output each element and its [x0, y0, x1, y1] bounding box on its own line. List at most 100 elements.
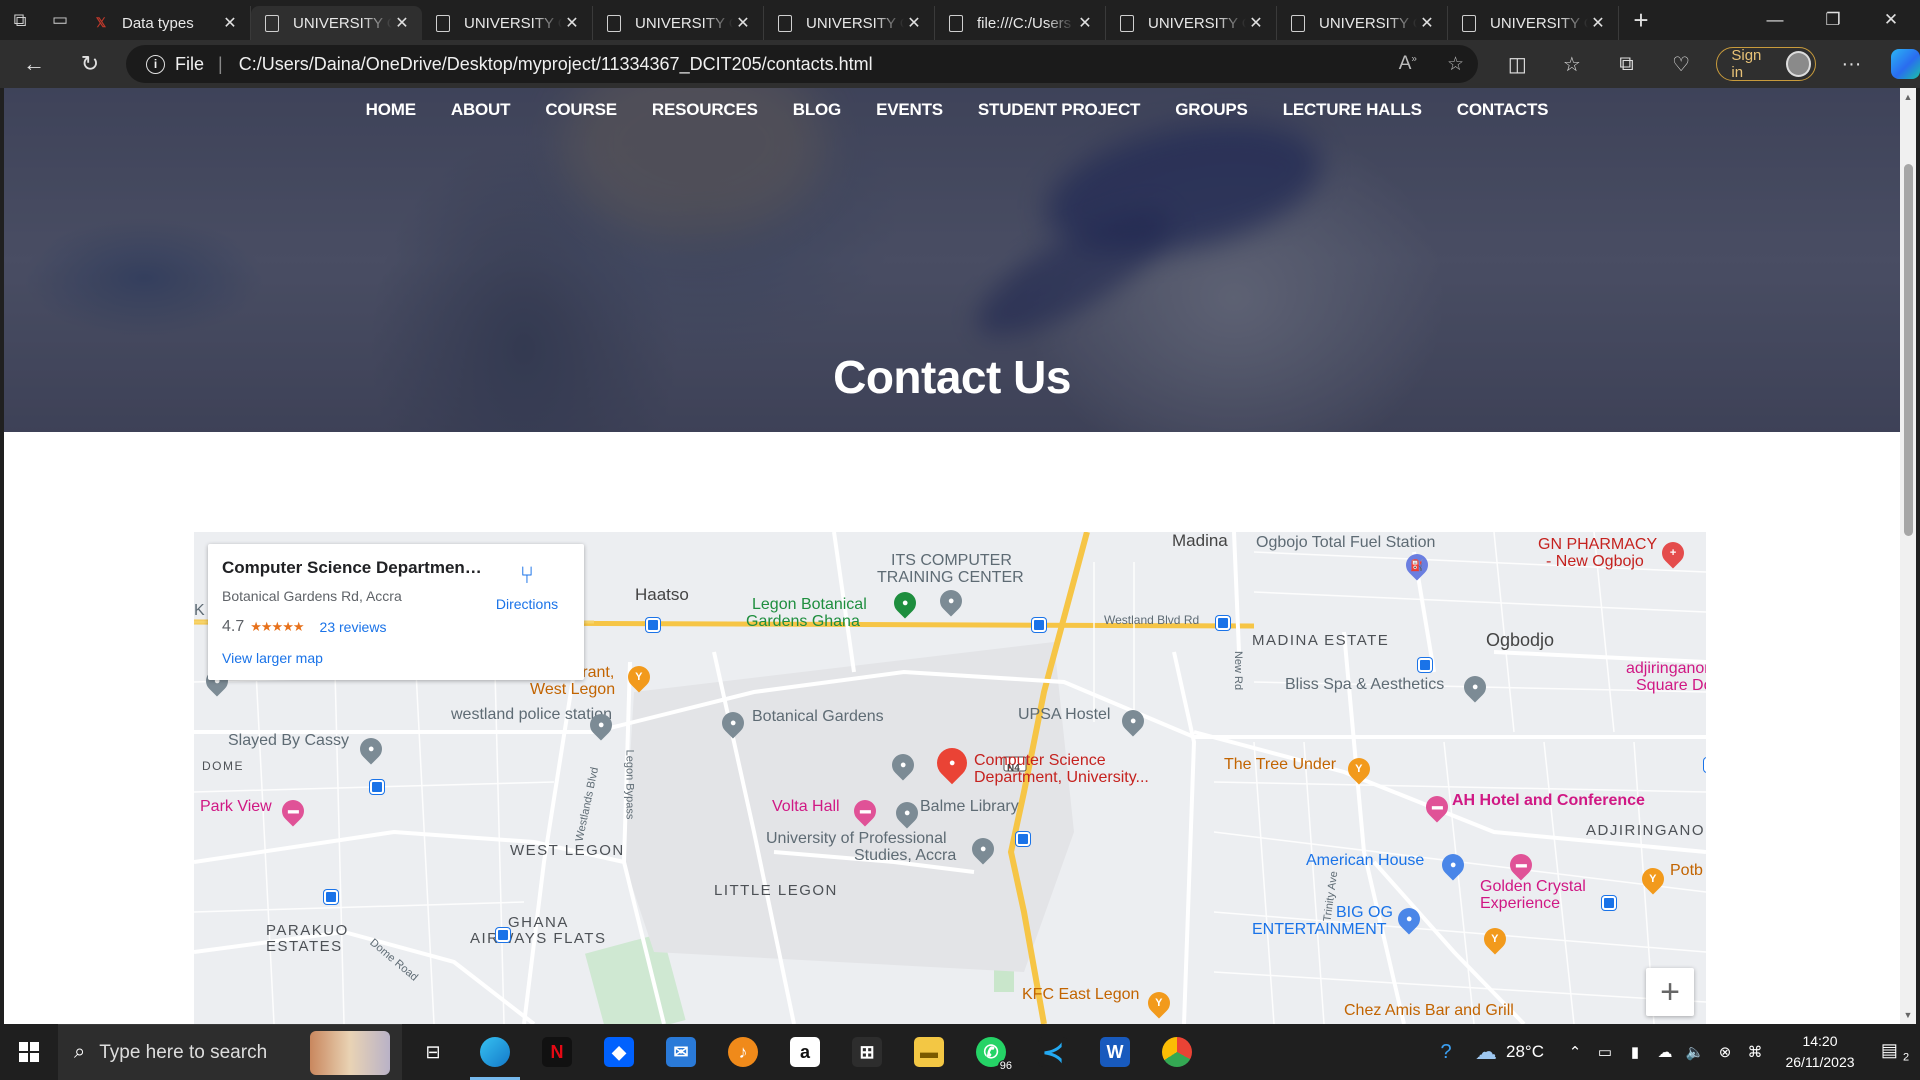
network-icon[interactable]: ☁ [1650, 1043, 1680, 1061]
file-explorer-app-icon[interactable]: ▬ [898, 1024, 960, 1080]
start-button[interactable] [0, 1024, 58, 1080]
browser-tab[interactable]: UNIVERSITY OF GHANA✕ [1277, 6, 1448, 40]
new-tab-button[interactable]: + [1619, 5, 1663, 36]
favorite-star-icon[interactable]: ☆ [1447, 53, 1464, 76]
bus-stop-icon[interactable] [1032, 618, 1046, 632]
edge-app-icon[interactable] [464, 1024, 526, 1080]
volume-icon[interactable]: 🔈 [1680, 1043, 1710, 1061]
store-app-icon[interactable]: ⊞ [836, 1024, 898, 1080]
zoom-in-button[interactable]: + [1646, 968, 1694, 1016]
taskbar-clock[interactable]: 14:20 26/11/2023 [1770, 1031, 1870, 1073]
browser-tab[interactable]: UNIVERSITY OF GHANA✕ [422, 6, 593, 40]
browser-tab[interactable]: UNIVERSITY OF GHANA✕ [764, 6, 935, 40]
scrollbar-thumb[interactable] [1904, 164, 1913, 536]
amazon-app-icon[interactable]: a [774, 1024, 836, 1080]
close-tab-icon[interactable]: ✕ [904, 13, 924, 33]
vscode-app-icon[interactable]: ≺ [1022, 1024, 1084, 1080]
chrome-app-icon[interactable] [1146, 1024, 1208, 1080]
nav-link-home[interactable]: HOME [366, 88, 416, 132]
refresh-button[interactable]: ↻ [66, 44, 114, 84]
page-favicon-icon [436, 14, 450, 32]
bus-stop-icon[interactable] [324, 890, 338, 904]
input-method-icon[interactable]: ⌘ [1740, 1043, 1770, 1061]
browser-tab[interactable]: UNIVERSITY OF GHANA✕ [1106, 6, 1277, 40]
close-window-button[interactable]: ✕ [1862, 0, 1920, 40]
nav-link-blog[interactable]: BLOG [793, 88, 842, 132]
word-app-icon[interactable]: W [1084, 1024, 1146, 1080]
taskbar-search[interactable]: ⌕ Type here to search [58, 1024, 402, 1080]
close-tab-icon[interactable]: ✕ [1417, 13, 1437, 33]
weather-cloud-icon[interactable]: ☁ [1466, 1039, 1506, 1065]
nav-link-events[interactable]: EVENTS [876, 88, 943, 132]
site-info-icon[interactable]: i [146, 54, 165, 74]
status-x-icon[interactable]: ⊗ [1710, 1043, 1740, 1061]
nav-link-course[interactable]: COURSE [545, 88, 617, 132]
more-menu-icon[interactable]: ··· [1824, 40, 1879, 88]
nav-link-contacts[interactable]: CONTACTS [1457, 88, 1549, 132]
maximize-button[interactable]: ❐ [1804, 0, 1862, 40]
help-icon[interactable]: ? [1426, 1041, 1466, 1064]
map-label-poi: GN PHARMACY [1538, 536, 1658, 553]
bus-stop-icon[interactable] [1704, 758, 1706, 772]
workspaces-icon[interactable]: ⧉ [0, 0, 40, 40]
browser-tab[interactable]: UNIVERSITY OF GHANA✕ [593, 6, 764, 40]
minimize-button[interactable]: — [1746, 0, 1804, 40]
browser-tab[interactable]: file:///C:/Users ✕ [935, 6, 1106, 40]
bus-stop-icon[interactable] [1016, 832, 1030, 846]
sign-in-button[interactable]: Sign in [1716, 47, 1817, 81]
nav-link-groups[interactable]: GROUPS [1175, 88, 1248, 132]
close-tab-icon[interactable]: ✕ [1075, 13, 1095, 33]
map-label-poi: Potb [1670, 862, 1703, 879]
close-tab-icon[interactable]: ✕ [220, 13, 240, 33]
page-scrollbar[interactable]: ▲ ▼ [1900, 88, 1916, 1024]
bus-stop-icon[interactable] [1216, 616, 1230, 630]
mail-app-icon[interactable]: ✉ [650, 1024, 712, 1080]
read-aloud-icon[interactable]: A» [1399, 53, 1417, 75]
split-screen-icon[interactable]: ◫ [1490, 40, 1545, 88]
close-tab-icon[interactable]: ✕ [392, 13, 412, 33]
weather-temperature[interactable]: 28°C [1506, 1042, 1560, 1062]
meet-now-icon[interactable]: ▭ [1590, 1043, 1620, 1061]
close-tab-icon[interactable]: ✕ [1588, 13, 1608, 33]
whatsapp-app-icon[interactable]: ✆ 96 [960, 1024, 1022, 1080]
browser-tab[interactable]: 𝕏 Data types ✕ [80, 6, 251, 40]
hero-banner: HOME ABOUT COURSE RESOURCES BLOG EVENTS STUDEN… [4, 88, 1900, 432]
browser-tab[interactable]: UNIVERSITY OF GHANA✕ [251, 6, 422, 40]
close-tab-icon[interactable]: ✕ [1246, 13, 1266, 33]
browser-essentials-icon[interactable]: ♡ [1654, 40, 1709, 88]
bus-stop-icon[interactable] [646, 618, 660, 632]
netflix-app-icon[interactable]: N [526, 1024, 588, 1080]
bus-stop-icon[interactable] [1602, 896, 1616, 910]
notifications-button[interactable]: ▤ 2 [1870, 1040, 1920, 1064]
notification-count: 2 [1902, 1051, 1910, 1064]
browser-tab[interactable]: UNIVERSITY OF GHANA✕ [1448, 6, 1619, 40]
back-button[interactable]: ← [10, 44, 58, 84]
tab-actions-icon[interactable]: ▭ [40, 0, 80, 40]
collections-icon[interactable]: ⧉ [1599, 40, 1654, 88]
bus-stop-icon[interactable] [370, 780, 384, 794]
nav-link-resources[interactable]: RESOURCES [652, 88, 758, 132]
nav-link-student-project[interactable]: STUDENT PROJECT [978, 88, 1140, 132]
nav-link-about[interactable]: ABOUT [451, 88, 511, 132]
copilot-icon[interactable] [1890, 49, 1920, 79]
favorites-icon[interactable]: ☆ [1545, 40, 1600, 88]
close-tab-icon[interactable]: ✕ [733, 13, 753, 33]
view-larger-map-link[interactable]: View larger map [222, 650, 570, 666]
dropbox-app-icon[interactable]: ◆ [588, 1024, 650, 1080]
close-tab-icon[interactable]: ✕ [562, 13, 582, 33]
directions-button[interactable]: ⑂ Directions [492, 562, 562, 612]
show-hidden-icons-icon[interactable]: ⌃ [1560, 1043, 1590, 1061]
embedded-map[interactable]: Madina Ogbojo Total Fuel Station GN PHAR… [194, 532, 1706, 1024]
tab-label: UNIVERSITY OF GHANA [1148, 14, 1246, 32]
bus-stop-icon[interactable] [496, 928, 510, 942]
scroll-up-arrow-icon[interactable]: ▲ [1900, 92, 1916, 102]
address-bar[interactable]: i File | C:/Users/Daina/OneDrive/Desktop… [126, 45, 1478, 83]
nav-link-lecture-halls[interactable]: LECTURE HALLS [1283, 88, 1422, 132]
bus-stop-icon[interactable] [1418, 658, 1432, 672]
url-text[interactable]: C:/Users/Daina/OneDrive/Desktop/myprojec… [239, 54, 873, 75]
task-view-icon[interactable]: ⊟ [402, 1024, 464, 1080]
scroll-down-arrow-icon[interactable]: ▼ [1900, 1010, 1916, 1020]
fruity-loops-app-icon[interactable]: ♪ [712, 1024, 774, 1080]
battery-icon[interactable]: ▮ [1620, 1043, 1650, 1061]
reviews-link[interactable]: 23 reviews [320, 619, 387, 635]
